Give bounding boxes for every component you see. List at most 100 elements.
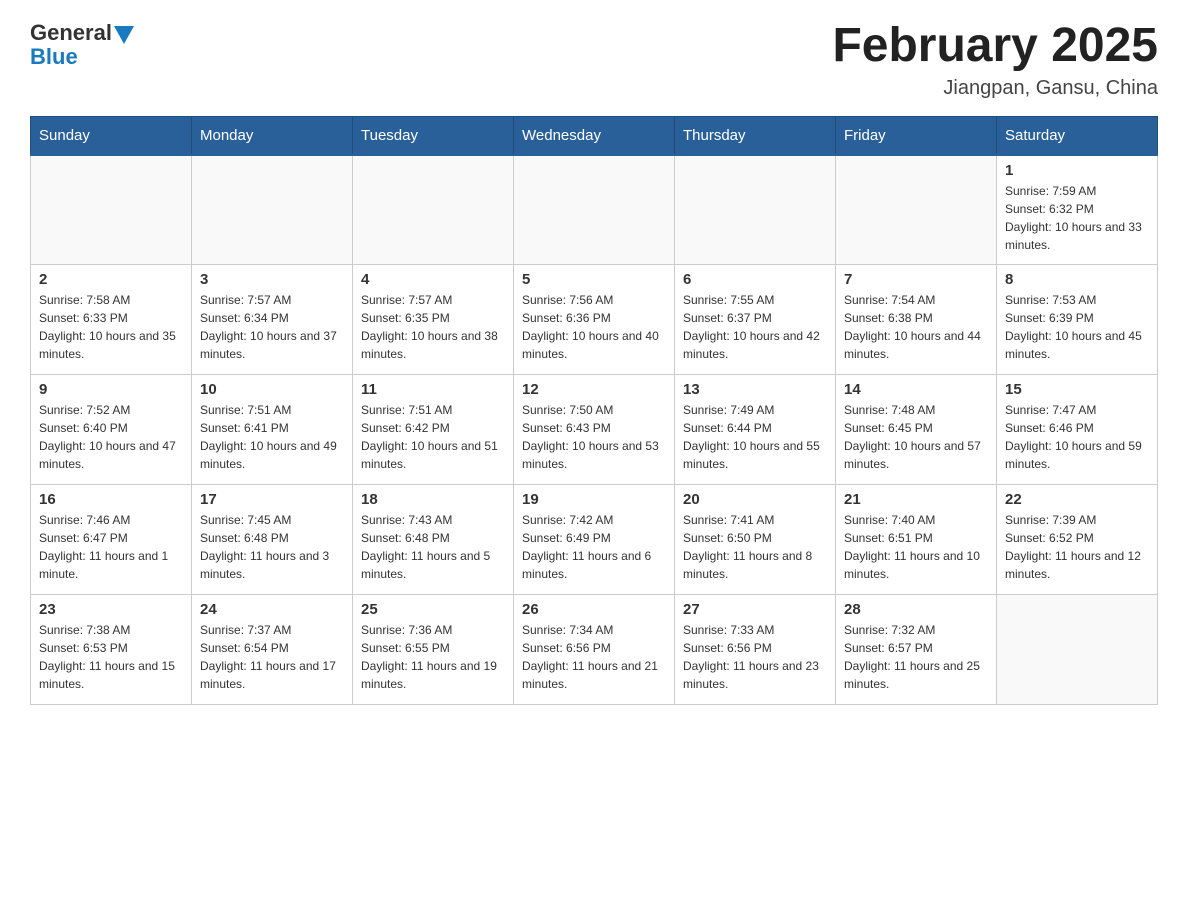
day-info: Sunrise: 7:49 AM Sunset: 6:44 PM Dayligh…: [683, 401, 827, 473]
day-number: 13: [683, 381, 827, 398]
calendar-cell: [192, 155, 353, 265]
calendar-cell: [31, 155, 192, 265]
day-info: Sunrise: 7:36 AM Sunset: 6:55 PM Dayligh…: [361, 621, 505, 693]
day-info: Sunrise: 7:46 AM Sunset: 6:47 PM Dayligh…: [39, 511, 183, 583]
day-info: Sunrise: 7:47 AM Sunset: 6:46 PM Dayligh…: [1005, 401, 1149, 473]
day-info: Sunrise: 7:57 AM Sunset: 6:34 PM Dayligh…: [200, 291, 344, 363]
day-info: Sunrise: 7:43 AM Sunset: 6:48 PM Dayligh…: [361, 511, 505, 583]
day-header-tuesday: Tuesday: [353, 116, 514, 155]
day-number: 11: [361, 381, 505, 398]
day-number: 4: [361, 271, 505, 288]
day-number: 10: [200, 381, 344, 398]
day-number: 8: [1005, 271, 1149, 288]
day-number: 5: [522, 271, 666, 288]
calendar-cell: 26 Sunrise: 7:34 AM Sunset: 6:56 PM Dayli…: [514, 595, 675, 705]
day-number: 18: [361, 491, 505, 508]
calendar-cell: 8 Sunrise: 7:53 AM Sunset: 6:39 PM Daylig…: [997, 265, 1158, 375]
calendar-week-row: 1 Sunrise: 7:59 AM Sunset: 6:32 PM Daylig…: [31, 155, 1158, 265]
day-info: Sunrise: 7:45 AM Sunset: 6:48 PM Dayligh…: [200, 511, 344, 583]
day-header-wednesday: Wednesday: [514, 116, 675, 155]
logo-general-text: General: [30, 20, 112, 46]
calendar-cell: 11 Sunrise: 7:51 AM Sunset: 6:42 PM Dayli…: [353, 375, 514, 485]
calendar-cell: 24 Sunrise: 7:37 AM Sunset: 6:54 PM Dayli…: [192, 595, 353, 705]
day-number: 2: [39, 271, 183, 288]
calendar-cell: 28 Sunrise: 7:32 AM Sunset: 6:57 PM Dayli…: [836, 595, 997, 705]
day-info: Sunrise: 7:58 AM Sunset: 6:33 PM Dayligh…: [39, 291, 183, 363]
page-header: General Blue February 2025 Jiangpan, Gan…: [30, 20, 1158, 100]
calendar-week-row: 2 Sunrise: 7:58 AM Sunset: 6:33 PM Daylig…: [31, 265, 1158, 375]
day-info: Sunrise: 7:54 AM Sunset: 6:38 PM Dayligh…: [844, 291, 988, 363]
calendar-week-row: 23 Sunrise: 7:38 AM Sunset: 6:53 PM Dayli…: [31, 595, 1158, 705]
day-number: 1: [1005, 162, 1149, 179]
calendar-week-row: 9Sunrise: 7:52 AM Sunset: 6:40 PM Daylig…: [31, 375, 1158, 485]
calendar-cell: 1 Sunrise: 7:59 AM Sunset: 6:32 PM Daylig…: [997, 155, 1158, 265]
calendar-cell: 14 Sunrise: 7:48 AM Sunset: 6:45 PM Dayli…: [836, 375, 997, 485]
day-info: Sunrise: 7:53 AM Sunset: 6:39 PM Dayligh…: [1005, 291, 1149, 363]
day-number: 19: [522, 491, 666, 508]
calendar-table: SundayMondayTuesdayWednesdayThursdayFrid…: [30, 116, 1158, 706]
calendar-cell: [997, 595, 1158, 705]
day-number: 20: [683, 491, 827, 508]
day-header-sunday: Sunday: [31, 116, 192, 155]
day-info: Sunrise: 7:57 AM Sunset: 6:35 PM Dayligh…: [361, 291, 505, 363]
calendar-title: February 2025: [832, 20, 1158, 73]
day-header-monday: Monday: [192, 116, 353, 155]
day-info: Sunrise: 7:40 AM Sunset: 6:51 PM Dayligh…: [844, 511, 988, 583]
day-number: 23: [39, 601, 183, 618]
day-number: 17: [200, 491, 344, 508]
calendar-header-row: SundayMondayTuesdayWednesdayThursdayFrid…: [31, 116, 1158, 155]
day-number: 12: [522, 381, 666, 398]
day-number: 15: [1005, 381, 1149, 398]
calendar-cell: 15 Sunrise: 7:47 AM Sunset: 6:46 PM Dayli…: [997, 375, 1158, 485]
day-info: Sunrise: 7:37 AM Sunset: 6:54 PM Dayligh…: [200, 621, 344, 693]
calendar-cell: 22 Sunrise: 7:39 AM Sunset: 6:52 PM Dayli…: [997, 485, 1158, 595]
day-number: 28: [844, 601, 988, 618]
calendar-cell: 3 Sunrise: 7:57 AM Sunset: 6:34 PM Daylig…: [192, 265, 353, 375]
calendar-cell: 13 Sunrise: 7:49 AM Sunset: 6:44 PM Dayli…: [675, 375, 836, 485]
day-info: Sunrise: 7:59 AM Sunset: 6:32 PM Dayligh…: [1005, 182, 1149, 254]
calendar-cell: 16 Sunrise: 7:46 AM Sunset: 6:47 PM Dayli…: [31, 485, 192, 595]
day-info: Sunrise: 7:41 AM Sunset: 6:50 PM Dayligh…: [683, 511, 827, 583]
calendar-cell: 6 Sunrise: 7:55 AM Sunset: 6:37 PM Daylig…: [675, 265, 836, 375]
day-number: 14: [844, 381, 988, 398]
day-info: Sunrise: 7:55 AM Sunset: 6:37 PM Dayligh…: [683, 291, 827, 363]
day-info: Sunrise: 7:51 AM Sunset: 6:42 PM Dayligh…: [361, 401, 505, 473]
calendar-cell: 27 Sunrise: 7:33 AM Sunset: 6:56 PM Dayli…: [675, 595, 836, 705]
calendar-cell: 4 Sunrise: 7:57 AM Sunset: 6:35 PM Daylig…: [353, 265, 514, 375]
day-number: 3: [200, 271, 344, 288]
day-number: 16: [39, 491, 183, 508]
day-info: Sunrise: 7:34 AM Sunset: 6:56 PM Dayligh…: [522, 621, 666, 693]
day-header-thursday: Thursday: [675, 116, 836, 155]
day-info: Sunrise: 7:38 AM Sunset: 6:53 PM Dayligh…: [39, 621, 183, 693]
day-header-friday: Friday: [836, 116, 997, 155]
day-number: 7: [844, 271, 988, 288]
day-number: 27: [683, 601, 827, 618]
day-number: 22: [1005, 491, 1149, 508]
calendar-cell: 17 Sunrise: 7:45 AM Sunset: 6:48 PM Dayli…: [192, 485, 353, 595]
logo-triangle-icon: [114, 26, 134, 44]
day-info: Sunrise: 7:56 AM Sunset: 6:36 PM Dayligh…: [522, 291, 666, 363]
title-block: February 2025 Jiangpan, Gansu, China: [832, 20, 1158, 100]
day-info: Sunrise: 7:32 AM Sunset: 6:57 PM Dayligh…: [844, 621, 988, 693]
calendar-cell: 23 Sunrise: 7:38 AM Sunset: 6:53 PM Dayli…: [31, 595, 192, 705]
day-info: Sunrise: 7:33 AM Sunset: 6:56 PM Dayligh…: [683, 621, 827, 693]
day-header-saturday: Saturday: [997, 116, 1158, 155]
calendar-cell: 5 Sunrise: 7:56 AM Sunset: 6:36 PM Daylig…: [514, 265, 675, 375]
day-number: 6: [683, 271, 827, 288]
calendar-cell: 18 Sunrise: 7:43 AM Sunset: 6:48 PM Dayli…: [353, 485, 514, 595]
day-number: 24: [200, 601, 344, 618]
day-number: 26: [522, 601, 666, 618]
day-info: Sunrise: 7:48 AM Sunset: 6:45 PM Dayligh…: [844, 401, 988, 473]
logo: General Blue: [30, 20, 136, 70]
calendar-cell: 25 Sunrise: 7:36 AM Sunset: 6:55 PM Dayli…: [353, 595, 514, 705]
calendar-cell: 2 Sunrise: 7:58 AM Sunset: 6:33 PM Daylig…: [31, 265, 192, 375]
calendar-cell: [514, 155, 675, 265]
calendar-cell: 9Sunrise: 7:52 AM Sunset: 6:40 PM Daylig…: [31, 375, 192, 485]
calendar-week-row: 16 Sunrise: 7:46 AM Sunset: 6:47 PM Dayli…: [31, 485, 1158, 595]
calendar-cell: 19Sunrise: 7:42 AM Sunset: 6:49 PM Dayli…: [514, 485, 675, 595]
day-info: Sunrise: 7:39 AM Sunset: 6:52 PM Dayligh…: [1005, 511, 1149, 583]
day-info: Sunrise: 7:52 AM Sunset: 6:40 PM Dayligh…: [39, 401, 183, 473]
day-number: 25: [361, 601, 505, 618]
calendar-cell: [353, 155, 514, 265]
calendar-cell: 12Sunrise: 7:50 AM Sunset: 6:43 PM Dayli…: [514, 375, 675, 485]
